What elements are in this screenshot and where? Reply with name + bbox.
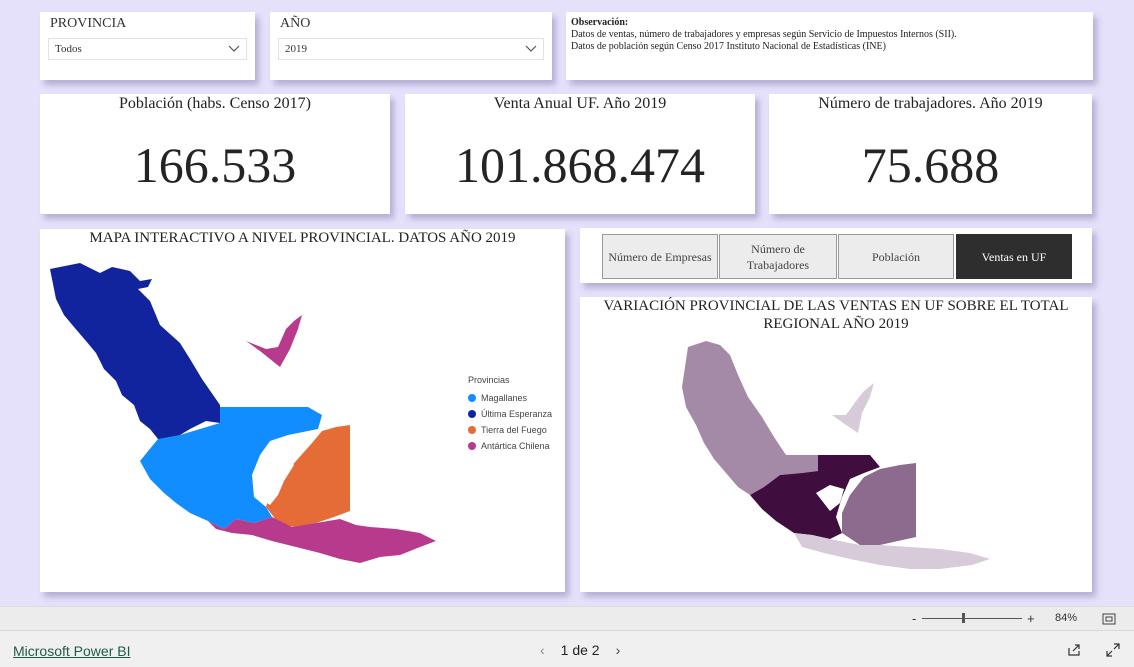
observation-line-2: Datos de población según Censo 2017 Inst… bbox=[571, 41, 886, 52]
anio-value: 2019 bbox=[285, 43, 307, 55]
map-region-ultima-esperanza[interactable] bbox=[50, 263, 220, 441]
fit-to-page-icon[interactable] bbox=[1102, 613, 1116, 625]
provincia-dropdown[interactable]: Todos bbox=[48, 38, 247, 60]
variation-map-card: VARIACIÓN PROVINCIAL DE LAS VENTAS EN UF… bbox=[580, 297, 1092, 592]
page-navigator: ‹ 1 de 2 › bbox=[540, 642, 620, 658]
share-icon[interactable] bbox=[1067, 643, 1081, 657]
legend-item[interactable]: Antártica Chilena bbox=[468, 441, 552, 451]
anio-slicer: AÑO 2019 bbox=[270, 12, 552, 80]
variation-map[interactable] bbox=[580, 297, 1092, 592]
button-poblacion[interactable]: Población bbox=[838, 234, 954, 279]
zoom-slider[interactable] bbox=[922, 613, 1022, 623]
legend-swatch bbox=[468, 394, 476, 402]
legend-swatch bbox=[468, 426, 476, 434]
metric-button-bar: Número de Empresas Número de Trabajadore… bbox=[580, 228, 1092, 283]
button-numero-empresas[interactable]: Número de Empresas bbox=[602, 234, 718, 279]
provincia-value: Todos bbox=[55, 43, 82, 55]
chevron-down-icon bbox=[228, 45, 240, 52]
kpi-title: Número de trabajadores. Año 2019 bbox=[818, 95, 1043, 112]
anio-label: AÑO bbox=[280, 16, 311, 31]
prev-page-icon[interactable]: ‹ bbox=[540, 642, 545, 658]
bottom-bar: Microsoft Power BI ‹ 1 de 2 › bbox=[0, 630, 1134, 667]
zoom-in-button[interactable]: + bbox=[1027, 611, 1035, 626]
kpi-value: 75.688 bbox=[861, 137, 1000, 193]
kpi-value: 101.868.474 bbox=[455, 137, 705, 193]
variation-region-antartica-island[interactable] bbox=[832, 383, 874, 433]
legend-swatch bbox=[468, 410, 476, 418]
page-indicator: 1 de 2 bbox=[560, 642, 600, 658]
variation-region-ultima-esperanza[interactable] bbox=[682, 341, 818, 495]
kpi-card-trabajadores: Número de trabajadores. Año 2019 75.688 bbox=[769, 94, 1092, 214]
observation-title: Observación: bbox=[571, 17, 629, 28]
legend-title: Provincias bbox=[468, 375, 510, 385]
legend-label: Antártica Chilena bbox=[481, 441, 550, 451]
legend-item[interactable]: Última Esperanza bbox=[468, 409, 552, 419]
legend-label: Tierra del Fuego bbox=[481, 425, 547, 435]
provincia-slicer: PROVINCIA Todos bbox=[40, 12, 255, 80]
legend-label: Magallanes bbox=[481, 393, 528, 403]
button-numero-trabajadores[interactable]: Número de Trabajadores bbox=[719, 234, 837, 279]
next-page-icon[interactable]: › bbox=[616, 642, 621, 658]
legend-swatch bbox=[468, 442, 476, 450]
kpi-value: 166.533 bbox=[133, 137, 297, 193]
zoom-slider-handle[interactable] bbox=[962, 613, 965, 623]
kpi-card-ventas: Venta Anual UF. Año 2019 101.868.474 bbox=[405, 94, 755, 214]
kpi-card-poblacion: Población (habs. Censo 2017) 166.533 bbox=[40, 94, 390, 214]
legend-item[interactable]: Tierra del Fuego bbox=[468, 425, 552, 435]
map-region-antartica-island[interactable] bbox=[246, 315, 302, 367]
observation-box: Observación: Datos de ventas, número de … bbox=[566, 12, 1093, 80]
legend-item[interactable]: Magallanes bbox=[468, 393, 552, 403]
kpi-title: Población (habs. Censo 2017) bbox=[119, 95, 311, 112]
interactive-map-card: MAPA INTERACTIVO A NIVEL PROVINCIAL. DAT… bbox=[40, 229, 565, 592]
power-bi-link[interactable]: Microsoft Power BI bbox=[13, 643, 130, 659]
chevron-down-icon bbox=[525, 45, 537, 52]
zoom-out-button[interactable]: - bbox=[912, 611, 916, 626]
map-legend: Provincias Magallanes Última Esperanza T… bbox=[468, 375, 552, 457]
map-region-antartica-chilena[interactable] bbox=[208, 517, 436, 563]
provincia-label: PROVINCIA bbox=[50, 16, 127, 31]
kpi-title: Venta Anual UF. Año 2019 bbox=[493, 95, 667, 112]
fullscreen-icon[interactable] bbox=[1106, 643, 1120, 657]
zoom-bar: - + 84% bbox=[0, 606, 1134, 630]
legend-label: Última Esperanza bbox=[481, 409, 553, 419]
button-ventas-uf[interactable]: Ventas en UF bbox=[956, 234, 1072, 279]
zoom-value: 84% bbox=[1055, 612, 1078, 624]
observation-line-1: Datos de ventas, número de trabajadores … bbox=[571, 29, 957, 40]
anio-dropdown[interactable]: 2019 bbox=[278, 38, 544, 60]
